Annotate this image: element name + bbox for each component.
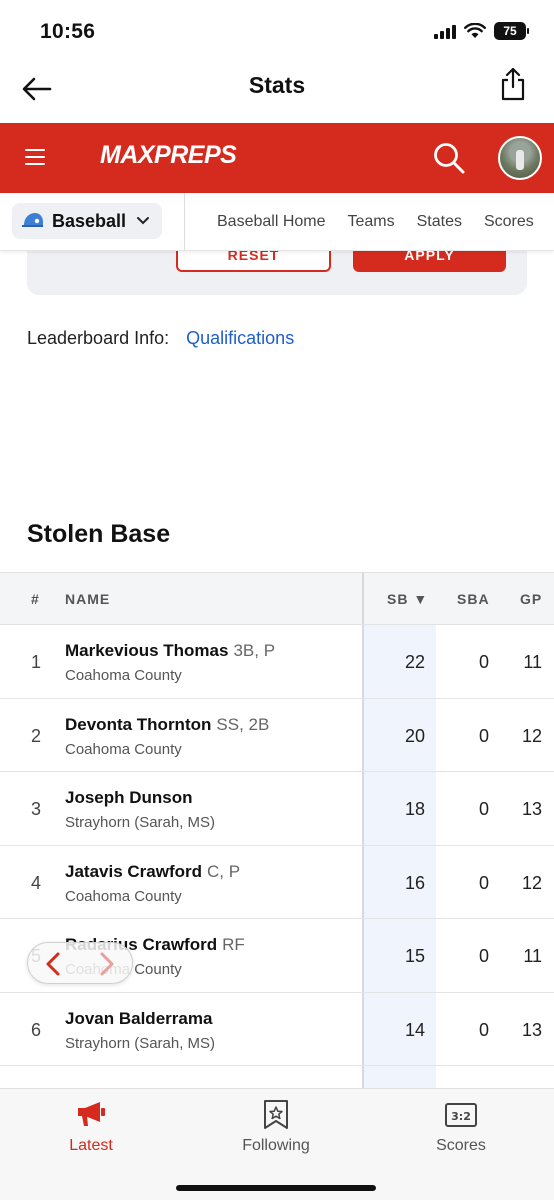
stat-gp: 12 bbox=[521, 872, 542, 893]
avatar[interactable] bbox=[498, 136, 542, 180]
tab-latest[interactable]: Latest bbox=[21, 1099, 161, 1155]
player-name-text[interactable]: Devonta Thornton bbox=[65, 715, 211, 734]
bottom-tab-bar: Latest Following 3:2 Scores bbox=[0, 1088, 554, 1200]
sport-label: Baseball bbox=[52, 210, 127, 231]
table-row[interactable]: 6 Jovan Balderrama Strayhorn (Sarah, MS)… bbox=[0, 992, 554, 1066]
qualifications-link[interactable]: Qualifications bbox=[186, 328, 294, 348]
stats-table: # NAME SB ▼ SBA GP 1 Markevious Thomas 3B… bbox=[0, 572, 554, 1140]
hamburger-menu-icon[interactable] bbox=[25, 149, 45, 165]
row-rank: 4 bbox=[31, 872, 42, 893]
sport-links: Baseball Home Teams States Scores bbox=[217, 213, 554, 231]
player-name[interactable]: Markevious Thomas 3B, P bbox=[65, 641, 275, 661]
search-icon[interactable] bbox=[432, 141, 466, 175]
bookmark-star-icon bbox=[264, 1100, 288, 1129]
stat-sba: 0 bbox=[478, 799, 489, 819]
sport-nav: Baseball Baseball Home Teams States Scor… bbox=[0, 193, 554, 251]
row-rank: 2 bbox=[31, 725, 42, 746]
chevron-down-icon bbox=[137, 217, 150, 225]
row-rank: 3 bbox=[31, 799, 42, 819]
leaderboard-info: Leaderboard Info: Qualifications bbox=[27, 328, 294, 349]
player-name[interactable]: Jovan Balderrama bbox=[65, 1009, 217, 1029]
player-name[interactable]: Devonta Thornton SS, 2B bbox=[65, 715, 269, 735]
battery-level: 75 bbox=[503, 24, 517, 38]
share-icon[interactable] bbox=[498, 66, 528, 102]
stat-sb: 15 bbox=[404, 946, 425, 966]
player-position: C, P bbox=[207, 861, 241, 881]
leaderboard-info-label: Leaderboard Info: bbox=[27, 328, 170, 348]
stat-sba: 0 bbox=[478, 946, 489, 966]
header-gp[interactable]: GP bbox=[520, 591, 542, 607]
link-teams[interactable]: Teams bbox=[348, 213, 395, 231]
header-rank: # bbox=[31, 591, 40, 607]
player-school[interactable]: Strayhorn (Sarah, MS) bbox=[65, 1035, 215, 1052]
megaphone-icon bbox=[78, 1102, 105, 1126]
stat-sba: 0 bbox=[478, 872, 489, 893]
stat-sba: 0 bbox=[478, 652, 489, 672]
chevron-right-icon[interactable] bbox=[94, 951, 118, 977]
home-indicator bbox=[176, 1185, 376, 1191]
table-header: # NAME SB ▼ SBA GP bbox=[0, 572, 554, 625]
player-school[interactable]: Coahoma County bbox=[65, 667, 182, 684]
stat-sb: 14 bbox=[404, 1019, 425, 1040]
stat-sba: 0 bbox=[478, 1019, 489, 1040]
wifi-icon bbox=[464, 23, 486, 38]
table-row[interactable]: 2 Devonta Thornton SS, 2B Coahoma County … bbox=[0, 698, 554, 772]
link-states[interactable]: States bbox=[417, 213, 462, 231]
stat-sb: 20 bbox=[404, 725, 425, 746]
stat-sb: 22 bbox=[404, 652, 425, 672]
stat-gp: 13 bbox=[521, 799, 542, 819]
tab-scores[interactable]: 3:2 Scores bbox=[391, 1099, 531, 1155]
row-rank: 1 bbox=[31, 652, 42, 672]
player-position: RF bbox=[222, 935, 245, 954]
status-bar: 10:56 75 bbox=[0, 0, 554, 64]
player-name[interactable]: Joseph Dunson bbox=[65, 788, 198, 808]
player-school[interactable]: Coahoma County bbox=[65, 741, 182, 758]
player-school[interactable]: Strayhorn (Sarah, MS) bbox=[65, 814, 215, 831]
baseball-helmet-icon bbox=[22, 213, 43, 227]
header-name[interactable]: NAME bbox=[65, 591, 110, 607]
player-position: SS, 2B bbox=[216, 714, 270, 734]
stat-sb: 16 bbox=[404, 872, 425, 893]
link-scores[interactable]: Scores bbox=[484, 213, 534, 231]
page-title: Stats bbox=[248, 72, 306, 98]
status-time: 10:56 bbox=[40, 20, 96, 43]
maxpreps-logo[interactable]: MAXPREPS bbox=[100, 141, 237, 170]
stat-gp: 12 bbox=[521, 725, 542, 746]
stat-gp: 11 bbox=[523, 652, 542, 672]
sport-nav-divider bbox=[184, 193, 185, 251]
tab-latest-label: Latest bbox=[69, 1137, 113, 1154]
battery-icon: 75 bbox=[494, 22, 529, 40]
player-name-text[interactable]: Jatavis Crawford bbox=[65, 862, 202, 881]
page-nav-pill bbox=[27, 942, 133, 984]
cellular-signal-icon bbox=[434, 23, 456, 39]
scoreboard-icon: 3:2 bbox=[445, 1103, 477, 1127]
tab-following[interactable]: Following bbox=[206, 1099, 346, 1155]
link-baseball-home[interactable]: Baseball Home bbox=[217, 213, 326, 231]
row-rank: 6 bbox=[31, 1019, 42, 1040]
player-name-text[interactable]: Joseph Dunson bbox=[65, 788, 193, 807]
chevron-left-icon[interactable] bbox=[42, 951, 66, 977]
stat-gp: 11 bbox=[523, 946, 542, 966]
section-title: Stolen Base bbox=[27, 520, 171, 548]
brand-bar: MAXPREPS bbox=[0, 123, 554, 193]
nav-header: Stats bbox=[0, 64, 554, 122]
player-position: 3B, P bbox=[233, 641, 276, 660]
table-row[interactable]: 4 Jatavis Crawford C, P Coahoma County 16… bbox=[0, 845, 554, 919]
svg-text:3:2: 3:2 bbox=[451, 1110, 471, 1123]
stat-sba: 0 bbox=[478, 725, 489, 746]
status-icons: 75 bbox=[434, 22, 529, 40]
header-sba[interactable]: SBA bbox=[457, 591, 490, 607]
tab-following-label: Following bbox=[242, 1137, 310, 1154]
stat-gp: 13 bbox=[521, 1019, 542, 1040]
header-sb[interactable]: SB ▼ bbox=[387, 591, 428, 607]
player-name-text[interactable]: Markevious Thomas bbox=[65, 641, 228, 660]
player-name-text[interactable]: Jovan Balderrama bbox=[65, 1009, 212, 1028]
player-name[interactable]: Jatavis Crawford C, P bbox=[65, 862, 240, 882]
table-row[interactable]: 1 Markevious Thomas 3B, P Coahoma County … bbox=[0, 625, 554, 699]
tab-scores-label: Scores bbox=[436, 1137, 486, 1154]
table-row[interactable]: 3 Joseph Dunson Strayhorn (Sarah, MS) 18… bbox=[0, 772, 554, 846]
stat-sb: 18 bbox=[404, 799, 425, 819]
player-school[interactable]: Coahoma County bbox=[65, 888, 182, 905]
sport-selector[interactable]: Baseball bbox=[12, 203, 162, 239]
